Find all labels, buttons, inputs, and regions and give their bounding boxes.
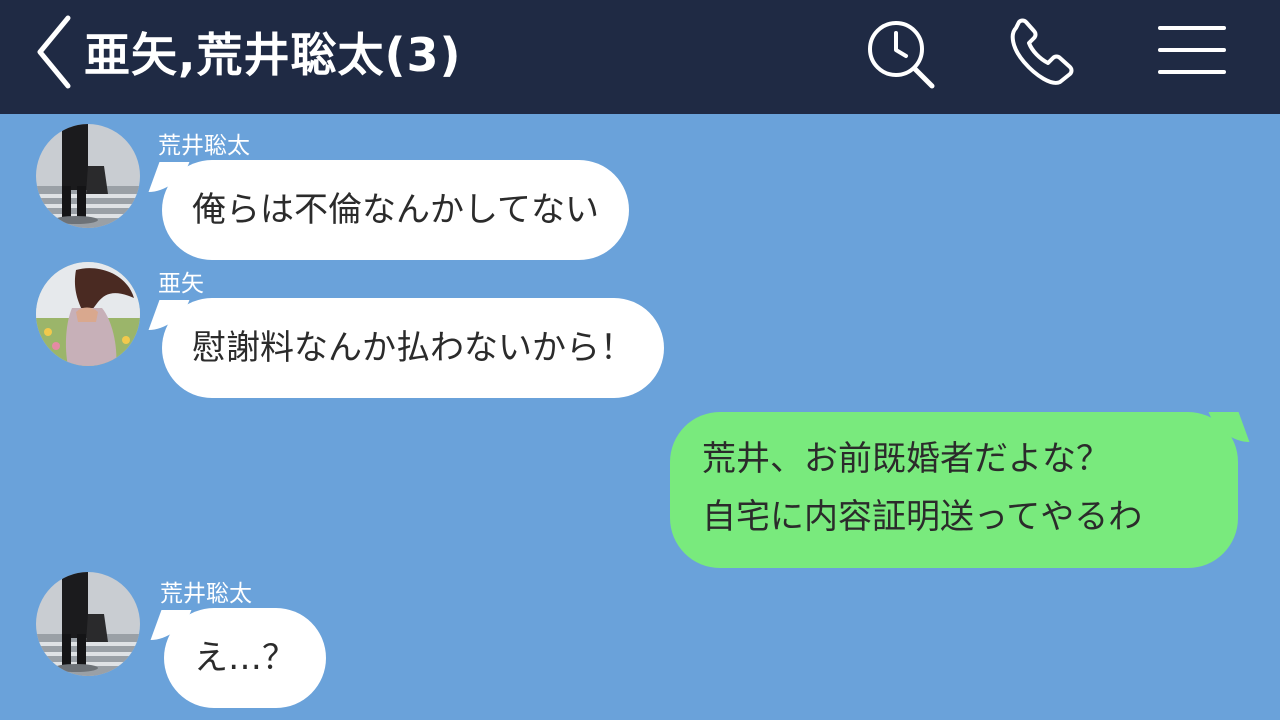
menu-icon — [1158, 26, 1226, 74]
sender-name: 荒井聡太 — [158, 133, 250, 159]
search-history-icon — [868, 21, 935, 89]
avatar-arai[interactable] — [36, 572, 140, 676]
call-button[interactable] — [1002, 14, 1082, 94]
avatar-aya[interactable] — [36, 262, 140, 366]
message-bubble[interactable]: え…？ — [164, 608, 326, 708]
avatar-arai[interactable] — [36, 124, 140, 228]
sender-name: 亜矢 — [158, 271, 204, 297]
message-bubble-outgoing[interactable]: 荒井、お前既婚者だよな？ 自宅に内容証明送ってやるわ — [670, 412, 1238, 568]
menu-button[interactable] — [1152, 14, 1232, 94]
message-bubble[interactable]: 俺らは不倫なんかしてない — [162, 160, 629, 260]
back-button[interactable] — [28, 12, 84, 90]
back-icon — [37, 15, 71, 89]
chat-title: 亜矢,荒井聡太(3) — [84, 28, 462, 82]
chat-header: 亜矢,荒井聡太(3) — [0, 0, 1280, 114]
phone-icon — [1010, 18, 1074, 85]
message-bubble[interactable]: 慰謝料なんか払わないから！ — [162, 298, 664, 398]
search-button[interactable] — [860, 14, 940, 94]
sender-name: 荒井聡太 — [160, 581, 252, 607]
